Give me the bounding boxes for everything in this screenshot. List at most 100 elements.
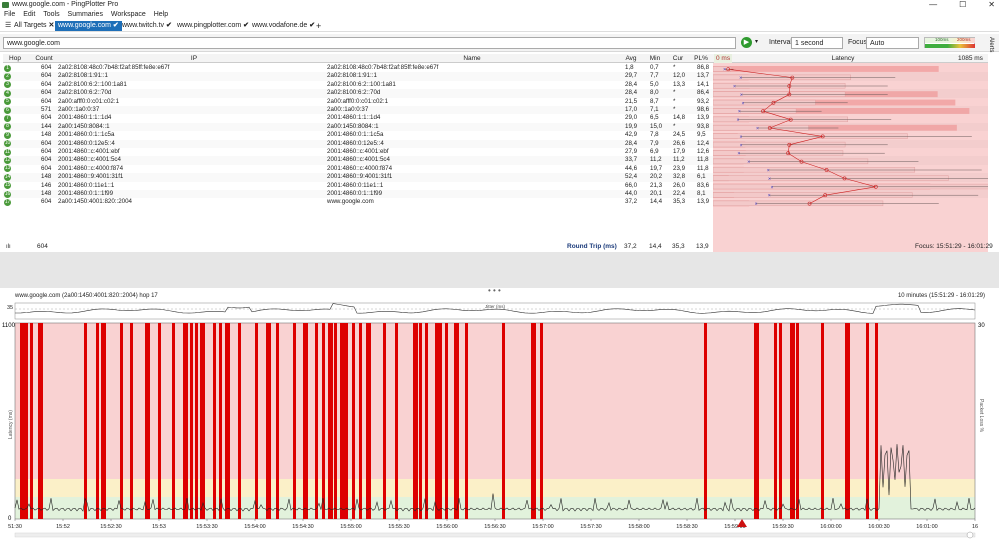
summary-count: 604 [37,243,48,250]
hop-number: 2 [4,73,11,81]
hop-avg: 29,7 [625,72,638,80]
hop-name: 2a00:afff0:0:c01:c02:1 [327,97,389,105]
menu-bar: File Edit Tools Summaries Workspace Help [0,10,999,20]
x-tick-label: 15:54:30 [292,524,313,530]
packet-loss-bar [465,323,468,519]
focus-select[interactable]: Auto [866,37,919,49]
hop-avg: 19,9 [625,122,638,130]
tab-pingplotter[interactable]: www.pingplotter.com ✔ [174,21,252,31]
menu-file[interactable]: File [4,11,15,18]
hop-number: 3 [4,81,11,89]
hop-name: 2a02:8100:6:2::100:1a81 [327,80,396,88]
packet-loss-bar [25,323,28,519]
col-hop[interactable]: Hop [5,54,25,63]
x-tick-label: 15:53:30 [196,524,217,530]
min-marker: × [740,92,743,98]
maximize-icon[interactable]: ☐ [959,0,966,10]
hop-pl: 12,6 [697,148,710,155]
summary-min: 14,4 [649,243,662,250]
packet-loss-bar [315,323,318,519]
add-tab-button[interactable]: + [313,21,324,31]
menu-workspace[interactable]: Workspace [111,11,146,18]
min-marker: × [756,126,759,132]
hop-pl: 13,7 [697,72,710,80]
hop-avg: 66,0 [625,181,638,189]
col-ip[interactable]: IP [63,54,325,63]
hop-avg: 29,0 [625,114,638,122]
close-icon[interactable]: ✕ [988,0,995,10]
play-dropdown-icon[interactable]: ▾ [755,38,758,45]
x-tick-label: 15:58:30 [676,524,697,530]
x-tick-label: 15:56:00 [436,524,457,530]
target-input[interactable]: www.google.com [3,37,736,49]
y-axis-top: 1100 [2,323,16,329]
col-count[interactable]: Count [31,54,57,63]
hop-avg: 1,8 [625,64,634,71]
hop-name: 2a02:8108:48c0:7b48:f2af:85ff:fe8e:e67f [327,64,439,71]
summary-focus: Focus: 15:51:29 - 16:01:29 [915,243,993,250]
packet-loss-bar [30,323,33,519]
min-marker: × [755,202,758,208]
packet-loss-bar [38,323,43,519]
hop-ip: 2a02:8108:1:91::1 [58,72,108,80]
hop-avg: 17,0 [625,106,638,113]
packet-loss-bar [120,323,123,519]
hop-ip: 2001:4860::9:4001:31f1 [58,173,124,181]
packet-loss-bar [774,323,777,519]
latency-scale-end: 1085 ms [958,55,983,62]
check-icon: ✔ [112,22,119,29]
col-name[interactable]: Name [327,54,617,63]
packet-loss-bar [96,323,99,519]
hop-number: 8 [4,123,11,131]
interval-select[interactable]: 1 second [791,37,843,49]
hop-name: 2001:4860::c:4001:5c4 [327,156,390,164]
menu-summaries[interactable]: Summaries [68,11,103,18]
hop-number: 17 [4,199,11,207]
packet-loss-bar [875,323,878,519]
hop-count: 148 [41,173,52,181]
hop-avg: 37,2 [625,198,638,206]
timeline-graph-panel: www.google.com (2a00:1450:4001:820::2004… [0,291,999,541]
packet-loss-bar [340,323,343,519]
hop-min: 7,7 [650,72,659,80]
toolbar: www.google.com ▶ ▾ Interval 1 second Foc… [0,34,999,52]
packet-loss-bar [540,323,543,519]
col-min[interactable]: Min [645,54,665,63]
menu-tools[interactable]: Tools [43,11,59,18]
packet-loss-bar [779,323,782,519]
packet-loss-bar [334,323,337,519]
x-tick-label: 15:54:00 [244,524,265,530]
empty-area [0,252,999,288]
menu-help[interactable]: Help [154,11,168,18]
focus-label: Focus [848,39,868,46]
col-cur[interactable]: Cur [668,54,688,63]
target-tab-bar: ☰ All Targets ✕ www.google.com ✔ www.twi… [0,20,999,32]
hop-count: 604 [41,89,52,97]
minimize-icon[interactable]: — [929,0,937,10]
tab-vodafone[interactable]: www.vodafone.de ✔ [249,21,318,31]
play-button[interactable]: ▶ [741,37,752,48]
tab-google[interactable]: www.google.com ✔ [55,21,122,31]
packet-loss-bar [713,66,939,72]
hop-pl: 86,8 [697,64,710,71]
col-pl[interactable]: PL% [691,54,711,63]
x-tick-label: 16 [972,524,978,530]
x-tick-label: 15:59:30 [772,524,793,530]
menu-edit[interactable]: Edit [23,11,35,18]
col-avg[interactable]: Avg [621,54,641,63]
packet-loss-bar [845,323,850,519]
title-bar: www.google.com - PingPlotter Pro — ☐ ✕ [0,0,999,10]
tab-twitch[interactable]: www.twitch.tv ✔ [119,21,175,31]
hop-ip: 2001:4860::c:4001:ebf [58,148,120,155]
hop-avg: 21,5 [625,97,638,105]
hop-ip: 2001:4860::c:4000:f874 [58,164,124,172]
hop-count: 604 [41,97,52,105]
close-icon[interactable]: ✕ [49,22,55,29]
packet-loss-bar [704,323,707,519]
hop-count: 604 [41,198,52,206]
window-title: www.google.com - PingPlotter Pro [12,1,119,8]
hop-pl: 6,1 [697,173,706,181]
col-latency[interactable]: Latency [743,54,943,63]
alerts-side-tab[interactable]: Alerts [988,37,994,52]
tab-all-targets[interactable]: All Targets ✕ [11,21,57,31]
